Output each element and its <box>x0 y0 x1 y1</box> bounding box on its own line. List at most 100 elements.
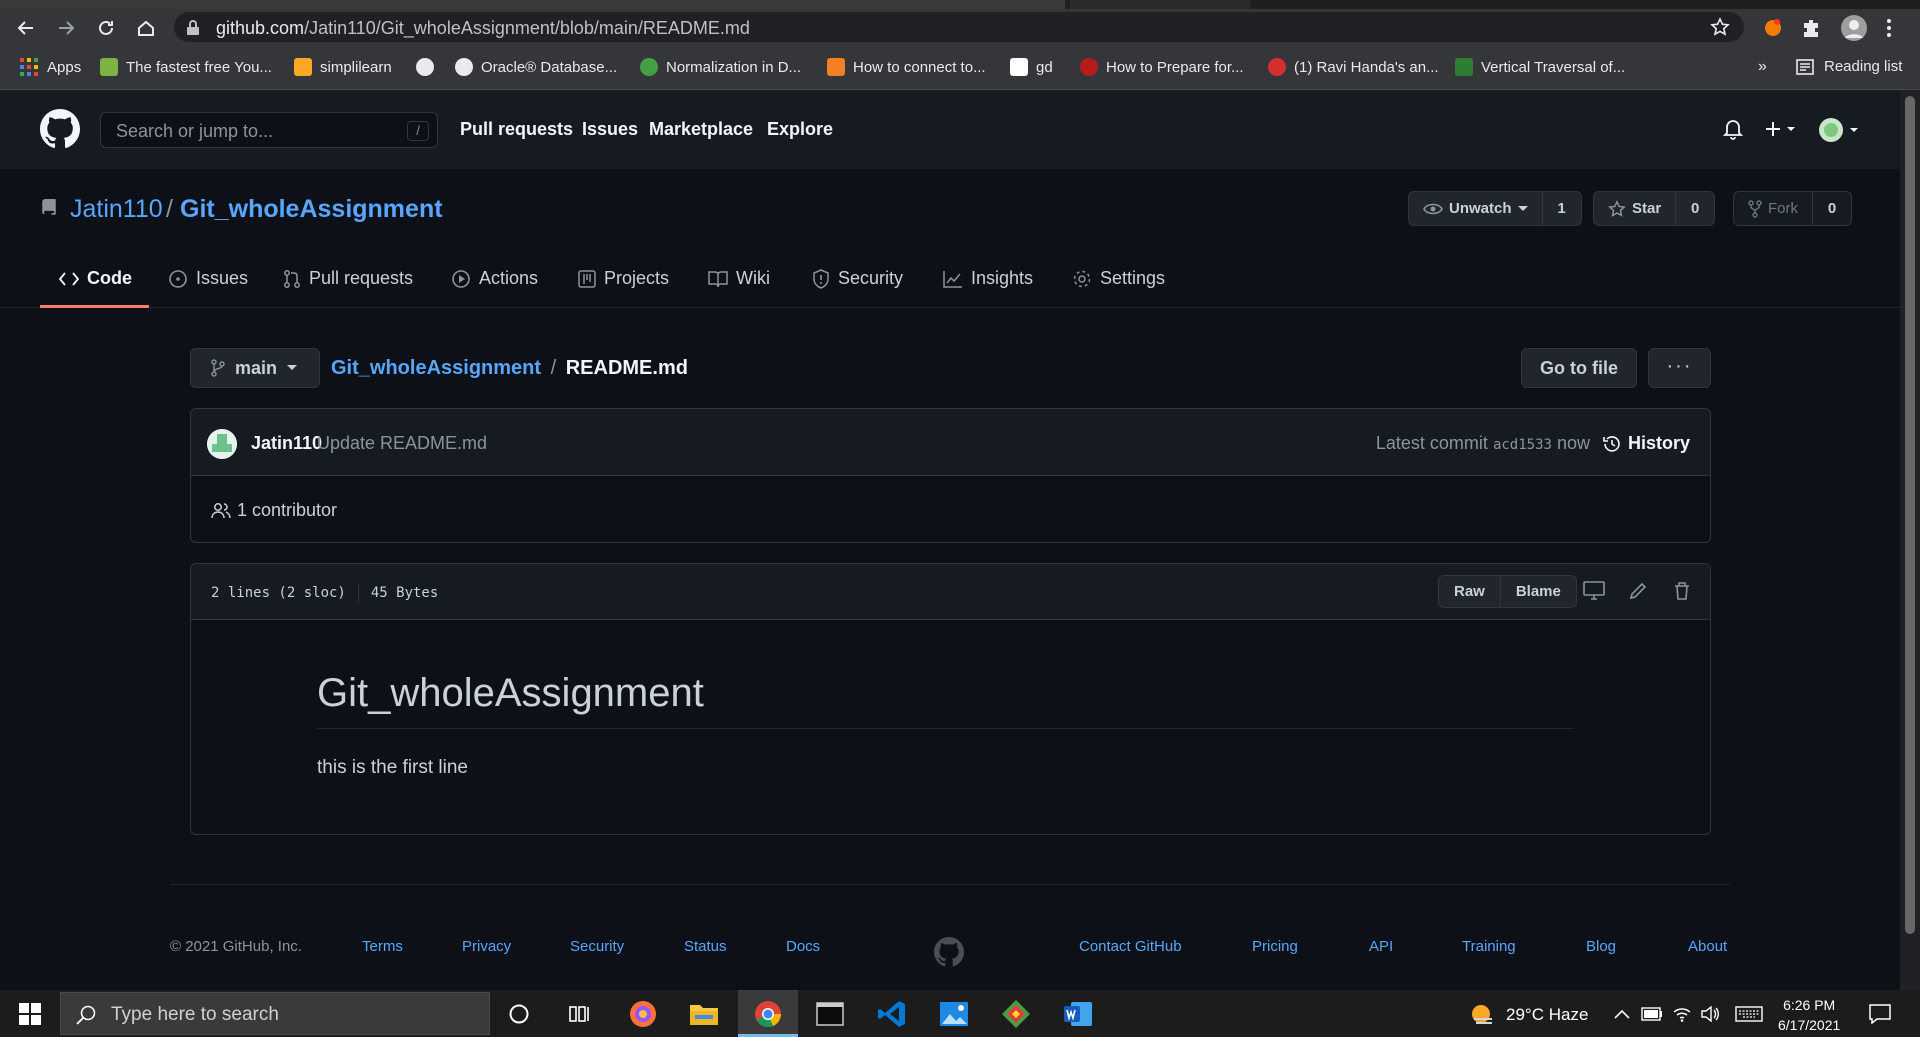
windows-start-icon[interactable] <box>13 997 47 1031</box>
extension-icon[interactable] <box>1762 16 1784 38</box>
desktop-icon[interactable] <box>1583 581 1605 601</box>
footer-link-docs[interactable]: Docs <box>786 938 820 955</box>
bookmark-apps[interactable]: Apps <box>20 58 81 76</box>
photos-icon[interactable] <box>937 997 971 1031</box>
profile-avatar[interactable] <box>1840 14 1868 42</box>
tab-issues[interactable]: Issues <box>168 268 248 289</box>
browser-tab[interactable] <box>1070 0 1250 9</box>
github-logo-icon[interactable] <box>40 109 80 149</box>
create-new-dropdown[interactable] <box>1765 120 1801 138</box>
footer-link-terms[interactable]: Terms <box>362 938 403 955</box>
tab-settings[interactable]: Settings <box>1072 268 1165 289</box>
bookmark-star-icon[interactable] <box>1710 17 1730 37</box>
branch-selector-button[interactable]: main <box>190 348 320 388</box>
go-to-file-button[interactable]: Go to file <box>1521 348 1637 388</box>
wifi-icon[interactable] <box>1670 997 1694 1031</box>
bookmark-item[interactable]: Normalization in D... <box>640 58 801 76</box>
repo-owner-link[interactable]: Jatin110 <box>70 195 163 224</box>
terminal-icon[interactable] <box>813 997 847 1031</box>
tab-insights[interactable]: Insights <box>943 268 1033 289</box>
contributors-link[interactable]: 1 contributor <box>211 500 337 521</box>
bookmark-item[interactable]: Vertical Traversal of... <box>1455 58 1625 76</box>
browser-menu-icon[interactable] <box>1885 17 1893 39</box>
footer-link-pricing[interactable]: Pricing <box>1252 938 1298 955</box>
tab-security[interactable]: Security <box>812 268 903 289</box>
chrome-icon[interactable] <box>751 997 785 1031</box>
star-count[interactable]: 0 <box>1676 192 1714 225</box>
bookmark-item[interactable] <box>416 58 442 76</box>
unwatch-button[interactable]: Unwatch <box>1409 192 1543 225</box>
nav-marketplace[interactable]: Marketplace <box>649 119 753 140</box>
history-link[interactable]: History <box>1602 433 1690 454</box>
footer-link-privacy[interactable]: Privacy <box>462 938 511 955</box>
scrollbar-thumb[interactable] <box>1905 96 1915 934</box>
tab-actions[interactable]: Actions <box>451 268 538 289</box>
user-avatar-dropdown[interactable] <box>1818 117 1860 143</box>
footer-link-training[interactable]: Training <box>1462 938 1516 955</box>
nav-explore[interactable]: Explore <box>767 119 833 140</box>
back-icon[interactable] <box>12 14 40 42</box>
bookmark-item[interactable]: How to connect to... <box>827 58 986 76</box>
reload-icon[interactable] <box>92 14 120 42</box>
home-icon[interactable] <box>132 14 160 42</box>
fork-count[interactable]: 0 <box>1813 192 1851 225</box>
footer-link-about[interactable]: About <box>1688 938 1727 955</box>
star-button[interactable]: Star <box>1594 192 1677 225</box>
commit-message-link[interactable]: Update README.md <box>317 433 487 454</box>
author-avatar[interactable] <box>207 429 237 459</box>
vscode-icon[interactable] <box>875 997 909 1031</box>
battery-icon[interactable] <box>1640 997 1664 1031</box>
trash-icon[interactable] <box>1673 581 1691 601</box>
firefox-icon[interactable] <box>626 997 660 1031</box>
reading-list-button[interactable]: Reading list <box>1796 58 1902 75</box>
address-bar[interactable]: github.com/Jatin110/Git_wholeAssignment/… <box>174 12 1744 42</box>
bookmark-item[interactable]: Oracle® Database... <box>455 58 617 76</box>
bookmark-item[interactable]: gd <box>1010 58 1053 76</box>
task-view-icon[interactable] <box>563 997 597 1031</box>
pencil-icon[interactable] <box>1628 581 1648 601</box>
fork-button[interactable]: Fork <box>1734 192 1813 225</box>
browser-tab[interactable] <box>0 0 1065 9</box>
nav-issues[interactable]: Issues <box>582 119 638 140</box>
search-input[interactable]: Search or jump to... / <box>100 112 438 148</box>
footer-link-security[interactable]: Security <box>570 938 624 955</box>
footer-link-status[interactable]: Status <box>684 938 727 955</box>
bookmark-item[interactable]: The fastest free You... <box>100 58 272 76</box>
forward-icon[interactable] <box>52 14 80 42</box>
bookmark-item[interactable]: (1) Ravi Handa's an... <box>1268 58 1439 76</box>
page-scrollbar[interactable] <box>1900 90 1920 990</box>
bookmark-item[interactable]: How to Prepare for... <box>1080 58 1244 76</box>
commit-sha-link[interactable]: acd1533 <box>1493 437 1552 453</box>
weather-widget[interactable]: 29°C Haze <box>1470 1003 1588 1027</box>
notification-icon[interactable] <box>1863 997 1897 1031</box>
bell-icon[interactable] <box>1723 118 1743 140</box>
file-explorer-icon[interactable] <box>687 997 721 1031</box>
nav-pull-requests[interactable]: Pull requests <box>460 119 573 140</box>
blame-button[interactable]: Blame <box>1499 576 1576 607</box>
chevron-up-icon[interactable] <box>1612 997 1632 1031</box>
tab-wiki[interactable]: Wiki <box>708 268 770 289</box>
watch-count[interactable]: 1 <box>1543 192 1581 225</box>
tab-code[interactable]: Code <box>59 268 132 289</box>
github-mark-icon[interactable] <box>934 937 964 967</box>
tab-pull-requests[interactable]: Pull requests <box>283 268 413 289</box>
more-options-button[interactable]: ··· <box>1648 348 1711 388</box>
git-tool-icon[interactable] <box>999 997 1033 1031</box>
volume-icon[interactable] <box>1698 997 1722 1031</box>
footer-link-api[interactable]: API <box>1369 938 1393 955</box>
taskbar-search-input[interactable]: Type here to search <box>60 992 490 1035</box>
keyboard-icon[interactable] <box>1733 997 1765 1031</box>
breadcrumb-repo-link[interactable]: Git_wholeAssignment <box>331 357 541 379</box>
tab-projects[interactable]: Projects <box>578 268 669 289</box>
commit-author-link[interactable]: Jatin110 <box>251 433 322 454</box>
bookmark-item[interactable]: simplilearn <box>294 58 392 76</box>
footer-link-blog[interactable]: Blog <box>1586 938 1616 955</box>
bookmarks-overflow[interactable]: » <box>1758 58 1767 76</box>
system-clock[interactable]: 6:26 PM 6/17/2021 <box>1778 995 1840 1035</box>
raw-button[interactable]: Raw <box>1439 576 1500 607</box>
word-icon[interactable] <box>1061 997 1095 1031</box>
puzzle-extensions-icon[interactable] <box>1800 17 1822 39</box>
repo-name-link[interactable]: Git_wholeAssignment <box>180 195 443 224</box>
cortana-icon[interactable] <box>502 997 536 1031</box>
footer-link-contact[interactable]: Contact GitHub <box>1079 938 1182 955</box>
